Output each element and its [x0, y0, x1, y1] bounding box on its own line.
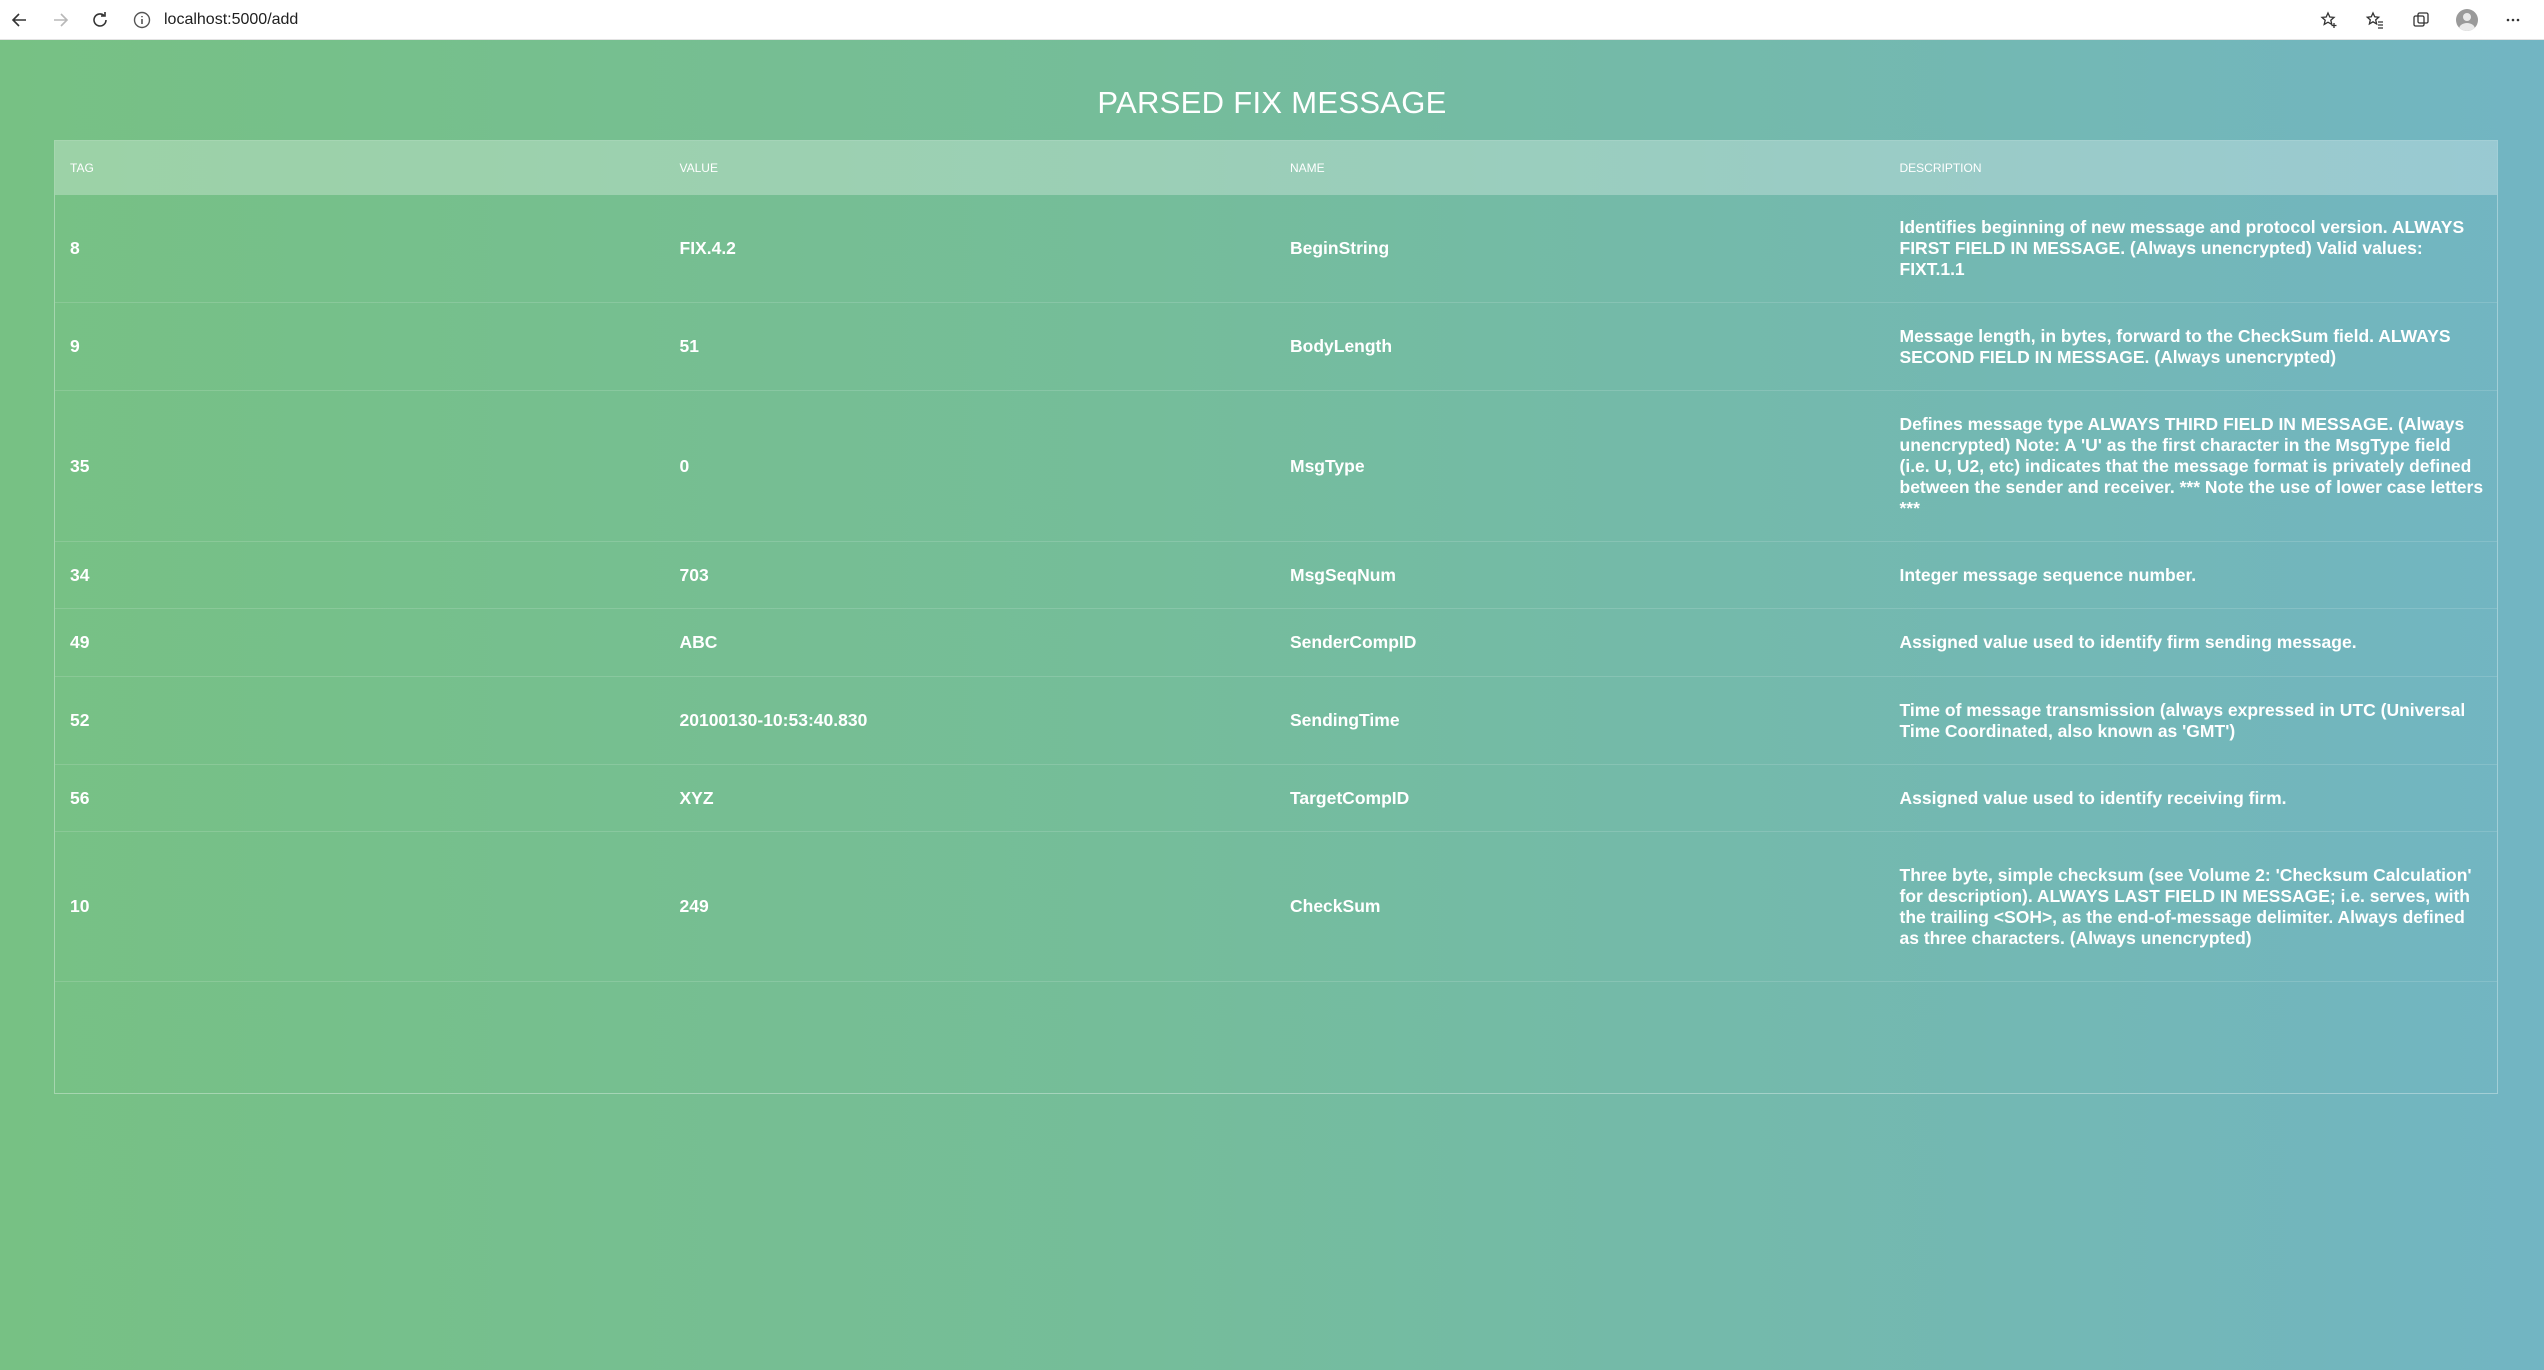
- cell-tag: 35: [70, 455, 90, 476]
- fix-message-table: TAG VALUE NAME DESCRIPTION 8 FIX.4.2 Beg…: [54, 140, 2498, 1094]
- cell-description: Message length, in bytes, forward to the…: [1899, 325, 2451, 367]
- avatar-icon: [2456, 9, 2478, 31]
- cell-description: Three byte, simple checksum (see Volume …: [1899, 864, 2472, 948]
- cell-tag: 34: [70, 564, 90, 585]
- cell-description: Identifies beginning of new message and …: [1899, 217, 2465, 279]
- cell-value: 0: [679, 455, 690, 476]
- profile-button[interactable]: [2444, 0, 2490, 40]
- favorites-button[interactable]: [2352, 0, 2398, 40]
- url-text: localhost:5000/add: [164, 10, 299, 28]
- forward-button[interactable]: [40, 0, 80, 40]
- cell-tag: 49: [70, 632, 90, 652]
- column-header-description: DESCRIPTION: [1899, 161, 1982, 175]
- cell-description: Assigned value used to identify firm sen…: [1899, 632, 2357, 652]
- cell-value: 20100130-10:53:40.830: [679, 710, 868, 730]
- page-content: PARSED FIX MESSAGE TAG VALUE NAME DESCRI…: [0, 40, 2544, 1370]
- cell-value: FIX.4.2: [679, 238, 736, 258]
- cell-description: Defines message type ALWAYS THIRD FIELD …: [1899, 413, 2484, 518]
- reload-icon: [93, 11, 107, 27]
- table-row: 49 ABC SenderCompID Assigned value used …: [55, 609, 2497, 677]
- table-row: 56 XYZ TargetCompID Assigned value used …: [55, 765, 2497, 832]
- favorites-icon: [2365, 11, 2383, 29]
- column-header-value: VALUE: [679, 161, 718, 175]
- more-icon: [2506, 18, 2520, 22]
- column-header-name: NAME: [1290, 161, 1325, 175]
- cell-name: MsgSeqNum: [1290, 564, 1396, 585]
- column-header-tag: TAG: [70, 161, 94, 175]
- cell-tag: 9: [70, 336, 80, 356]
- cell-value: 51: [679, 336, 699, 356]
- cell-tag: 8: [70, 238, 80, 258]
- cell-value: ABC: [679, 632, 718, 652]
- cell-tag: 56: [70, 787, 90, 808]
- browser-toolbar: localhost:5000/add: [0, 0, 2544, 40]
- arrow-left-icon: [11, 12, 26, 27]
- cell-description: Integer message sequence number.: [1899, 564, 2197, 585]
- back-button[interactable]: [0, 0, 40, 40]
- cell-name: BeginString: [1290, 238, 1390, 258]
- cell-name: BodyLength: [1290, 336, 1393, 356]
- arrow-right-icon: [54, 12, 69, 27]
- reload-button[interactable]: [80, 0, 120, 40]
- table-row: 10 249 CheckSum Three byte, simple check…: [55, 832, 2497, 982]
- collections-icon: [2413, 12, 2429, 27]
- cell-tag: 52: [70, 710, 90, 730]
- page-title: PARSED FIX MESSAGE: [1097, 85, 1447, 120]
- info-icon[interactable]: [132, 10, 152, 30]
- collections-button[interactable]: [2398, 0, 2444, 40]
- toolbar-actions: [2306, 0, 2536, 40]
- table-row: 35 0 MsgType Defines message type ALWAYS…: [55, 391, 2497, 542]
- cell-description: Assigned value used to identify receivin…: [1899, 787, 2287, 808]
- cell-name: SenderCompID: [1290, 632, 1417, 652]
- cell-tag: 10: [70, 896, 90, 916]
- cell-value: 703: [679, 564, 709, 585]
- star-plus-icon: [2320, 11, 2337, 28]
- address-bar[interactable]: localhost:5000/add: [132, 5, 2112, 35]
- cell-value: XYZ: [679, 787, 714, 808]
- table-row: 34 703 MsgSeqNum Integer message sequenc…: [55, 542, 2497, 609]
- table-header: TAG VALUE NAME DESCRIPTION: [55, 141, 2497, 195]
- cell-value: 249: [679, 896, 709, 916]
- add-favorite-button[interactable]: [2306, 0, 2352, 40]
- cell-description: Time of message transmission (always exp…: [1899, 699, 2466, 741]
- cell-name: TargetCompID: [1290, 787, 1410, 808]
- table-row: 8 FIX.4.2 BeginString Identifies beginni…: [55, 195, 2497, 303]
- table-row: 52 20100130-10:53:40.830 SendingTime Tim…: [55, 677, 2497, 765]
- menu-button[interactable]: [2490, 0, 2536, 40]
- cell-name: SendingTime: [1290, 710, 1400, 730]
- cell-name: MsgType: [1290, 455, 1365, 476]
- table-row: 9 51 BodyLength Message length, in bytes…: [55, 303, 2497, 391]
- cell-name: CheckSum: [1290, 896, 1381, 916]
